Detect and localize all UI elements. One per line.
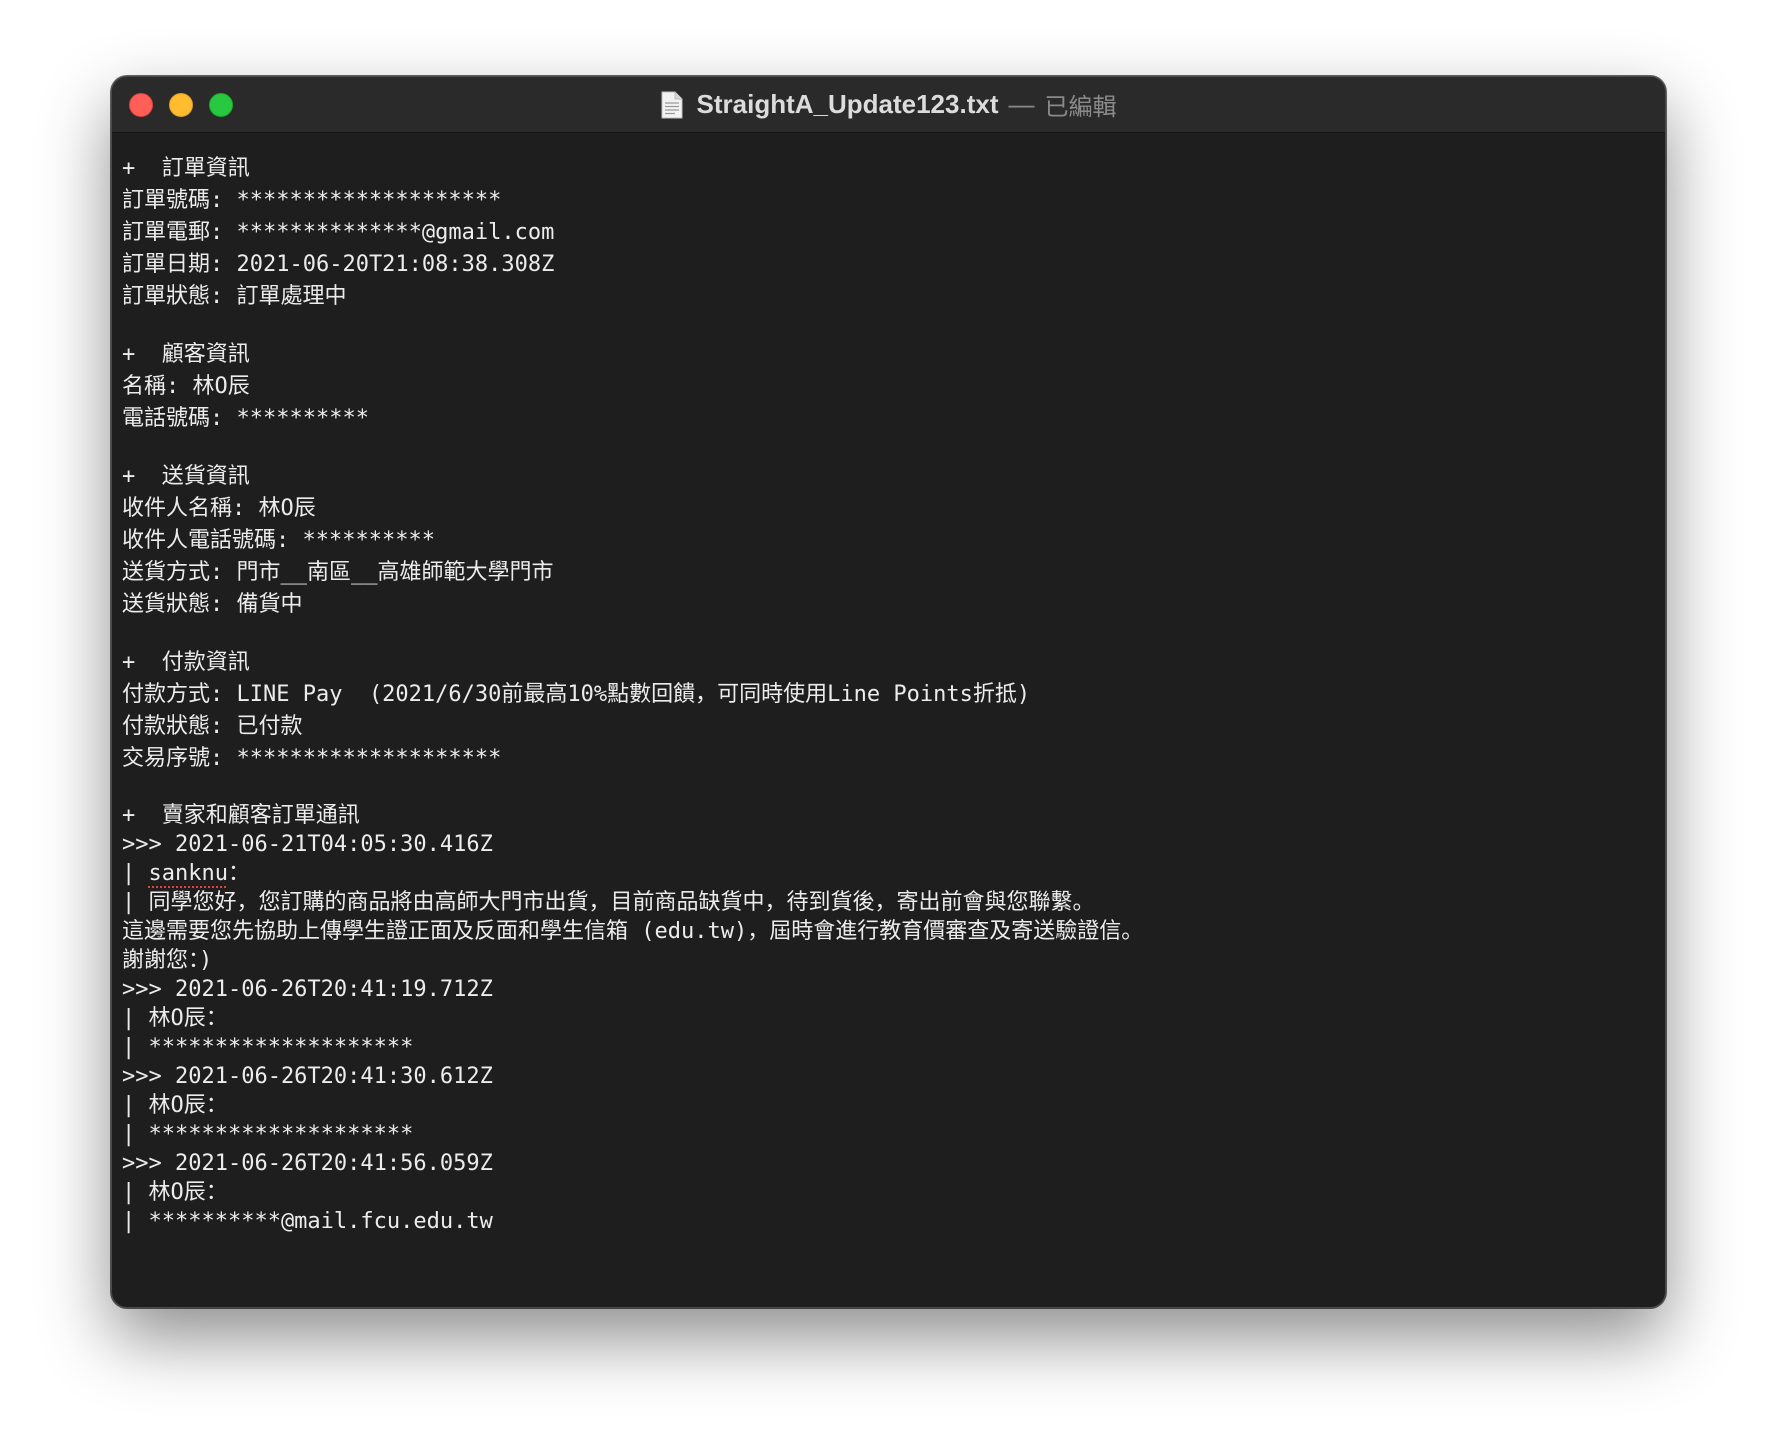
misspelled-word[interactable]: sanknu [149,861,228,886]
text-line: 名稱: 林O辰 [122,374,250,399]
text-line: 付款方式: LINE Pay (2021/6/30前最高10%點數回饋，可同時使… [122,682,1031,707]
text-document-icon [661,91,683,119]
message-body-line: | ******************** [122,1122,414,1147]
message-sender-line: | 林O辰： [122,1093,228,1118]
message-sender-line: | sanknu： [122,859,1655,888]
sender-colon: ： [227,861,250,886]
text-line: 收件人電話號碼: ********** [122,528,435,553]
section-heading-customer: + 顧客資訊 [122,342,250,367]
message-body-line: | 同學您好，您訂購的商品將由高師大門市出貨，目前商品缺貨中，待到貨後，寄出前會… [122,890,1095,915]
text-line: 訂單號碼: ******************** [122,188,502,213]
message-body-line: | ******************** [122,1035,414,1060]
message-body-line: | **********@mail.fcu.edu.tw [122,1209,493,1234]
section-heading-messages: + 賣家和顧客訂單通訊 [122,803,360,828]
quote-prefix: | [122,861,149,886]
message-sender-line: | 林O辰： [122,1180,228,1205]
text-line: 訂單日期: 2021-06-20T21:08:38.308Z [122,252,555,277]
section-heading-delivery: + 送貨資訊 [122,464,250,489]
section-heading-payment: + 付款資訊 [122,650,250,675]
text-line: 付款狀態: 已付款 [122,714,303,739]
text-line: 收件人名稱: 林O辰 [122,496,316,521]
text-line: 訂單電郵: **************@gmail.com [122,220,555,245]
message-timestamp: >>> 2021-06-26T20:41:19.712Z [122,977,493,1002]
title-separator: — [1008,89,1035,119]
section-heading-order: + 訂單資訊 [122,156,250,181]
window-title: StraightA_Update123.txt — 已編輯 [112,77,1665,132]
text-editor-window: StraightA_Update123.txt — 已編輯 + 訂單資訊 訂單號… [111,76,1666,1308]
message-body-line: 這邊需要您先協助上傳學生證正面及反面和學生信箱 (edu.tw)，屆時會進行教育… [122,919,1144,944]
text-line: 交易序號: ******************** [122,746,502,771]
message-sender-line: | 林O辰： [122,1006,228,1031]
message-timestamp: >>> 2021-06-21T04:05:30.416Z [122,832,493,857]
text-line: 送貨狀態: 備貨中 [122,592,303,617]
edited-status[interactable]: 已編輯 [1044,87,1116,122]
text-line: 送貨方式: 門市__南區__高雄師範大學門市 [122,560,554,585]
message-timestamp: >>> 2021-06-26T20:41:30.612Z [122,1064,493,1089]
title-bar[interactable]: StraightA_Update123.txt — 已編輯 [112,77,1665,133]
text-line: 電話號碼: ********** [122,406,369,431]
text-content-area[interactable]: + 訂單資訊 訂單號碼: ******************** 訂單電郵: … [122,153,1655,1236]
text-line: 訂單狀態: 訂單處理中 [122,284,347,309]
file-name: StraightA_Update123.txt [696,89,999,119]
message-timestamp: >>> 2021-06-26T20:41:56.059Z [122,1151,493,1176]
message-body-line: 謝謝您：) [122,948,213,973]
